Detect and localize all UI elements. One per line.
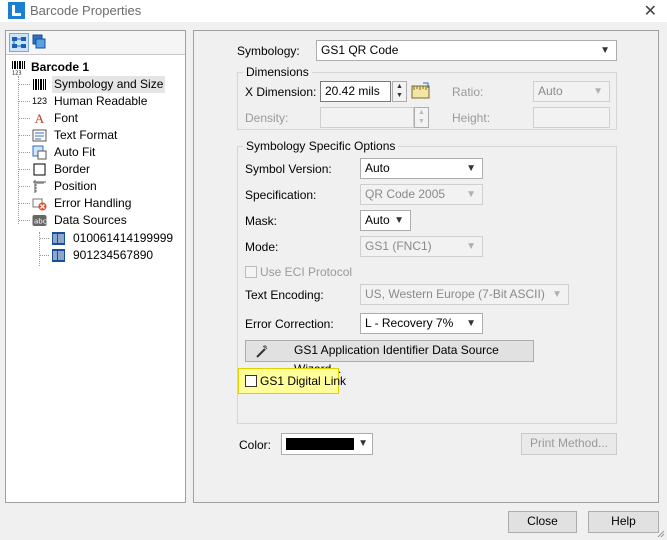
color-swatch <box>286 438 354 450</box>
x-dimension-spinner[interactable]: ▲ ▼ <box>392 81 407 102</box>
specification-select[interactable]: QR Code 2005 ▼ <box>360 184 483 205</box>
property-tree: 123 Barcode 1 Symbology and Size 123 Hum… <box>5 30 186 503</box>
dimensions-group: Dimensions X Dimension: 20.42 mils ▲ ▼ R… <box>237 65 617 130</box>
chevron-down-icon: ▼ <box>552 289 562 300</box>
close-window-icon[interactable]: ✕ <box>644 1 657 21</box>
specification-label: Specification: <box>245 188 317 202</box>
tree-view-icon <box>12 37 26 48</box>
mode-select[interactable]: GS1 (FNC1) ▼ <box>360 236 483 257</box>
svg-text:123: 123 <box>12 71 22 76</box>
app-logo-icon <box>8 2 25 19</box>
resize-grip-icon[interactable] <box>655 528 665 538</box>
mask-label: Mask: <box>245 214 278 228</box>
chevron-down-icon: ▼ <box>466 189 476 200</box>
symbol-version-label: Symbol Version: <box>245 162 332 176</box>
chevron-down-icon: ▼ <box>358 438 368 449</box>
mask-select[interactable]: Auto ▼ <box>360 210 411 231</box>
chevron-down-icon: ▼ <box>394 215 404 226</box>
error-handling-icon <box>32 198 47 211</box>
gs1-digital-link-label: GS1 Digital Link <box>260 374 347 388</box>
chevron-down-icon: ▼ <box>600 45 610 56</box>
symbol-version-select[interactable]: Auto ▼ <box>360 158 483 179</box>
svg-text:abc: abc <box>34 218 47 226</box>
list-view-button[interactable] <box>30 33 50 52</box>
window-title: Barcode Properties <box>30 3 142 18</box>
gs1-digital-link-checkbox[interactable] <box>245 375 257 387</box>
density-input[interactable] <box>320 107 414 128</box>
help-button[interactable]: Help <box>588 511 659 533</box>
data-sources-icon: abc <box>32 215 47 226</box>
chevron-down-icon: ▼ <box>466 163 476 174</box>
spin-down-icon[interactable]: ▼ <box>393 91 406 100</box>
barcode-root-icon: 123 <box>12 61 25 76</box>
symbology-options-title: Symbology Specific Options <box>243 139 399 153</box>
text-encoding-label: Text Encoding: <box>245 288 324 302</box>
title-bar: Barcode Properties ✕ <box>0 0 667 22</box>
chevron-down-icon: ▼ <box>466 318 476 329</box>
symbology-options-group: Symbology Specific Options Symbol Versio… <box>237 139 617 424</box>
tree-view-button[interactable] <box>9 33 29 52</box>
symbology-label: Symbology: <box>237 44 300 58</box>
spin-up-icon[interactable]: ▲ <box>393 82 406 91</box>
close-button[interactable]: Close <box>508 511 577 533</box>
auto-fit-icon <box>32 145 47 160</box>
spin-up-icon[interactable]: ▲ <box>415 108 428 117</box>
tree-toolbar <box>6 31 185 55</box>
ratio-select[interactable]: Auto ▼ <box>533 81 610 102</box>
eci-protocol-label: Use ECI Protocol <box>260 265 353 279</box>
error-correction-select[interactable]: L - Recovery 7% ▼ <box>360 313 483 334</box>
height-label: Height: <box>452 111 491 125</box>
gs1-wizard-button[interactable]: GS1 Application Identifier Data Source W… <box>245 340 534 376</box>
x-dimension-label: X Dimension: <box>245 85 317 99</box>
barcode-icon <box>33 79 46 90</box>
symbology-select[interactable]: GS1 QR Code ▼ <box>316 40 617 61</box>
eci-protocol-checkbox[interactable] <box>245 266 257 278</box>
data-source-icon <box>52 249 65 262</box>
text-format-icon <box>32 129 47 142</box>
print-method-button[interactable]: Print Method... <box>521 433 617 455</box>
spin-down-icon[interactable]: ▼ <box>415 117 428 126</box>
border-icon <box>33 163 46 176</box>
tree-root-label: Barcode 1 <box>31 60 90 74</box>
properties-panel: Symbology: GS1 QR Code ▼ Dimensions X Di… <box>193 30 659 503</box>
x-dimension-input[interactable]: 20.42 mils <box>320 81 391 102</box>
tree-connector <box>18 76 19 224</box>
color-picker[interactable]: ▼ <box>281 433 373 455</box>
digits-icon: 123 <box>32 96 48 106</box>
list-view-icon <box>32 34 46 49</box>
density-spinner[interactable]: ▲ ▼ <box>414 107 429 128</box>
color-label: Color: <box>239 438 272 452</box>
barcode-properties-dialog: Barcode Properties ✕ 123 Barcode 1 Symbo… <box>0 0 667 540</box>
data-source-icon <box>52 232 65 245</box>
error-correction-label: Error Correction: <box>245 317 334 331</box>
magic-wand-icon <box>256 345 268 358</box>
density-label: Density: <box>245 111 289 125</box>
chevron-down-icon: ▼ <box>593 86 603 97</box>
height-input[interactable] <box>533 107 610 128</box>
mode-label: Mode: <box>245 240 279 254</box>
font-icon: A <box>34 111 45 126</box>
measure-icon[interactable] <box>411 82 430 101</box>
chevron-down-icon: ▼ <box>466 241 476 252</box>
dimensions-title: Dimensions <box>243 65 312 79</box>
text-encoding-select[interactable]: US, Western Europe (7-Bit ASCII) ▼ <box>360 284 569 305</box>
ratio-label: Ratio: <box>452 85 484 99</box>
position-icon <box>33 180 46 193</box>
